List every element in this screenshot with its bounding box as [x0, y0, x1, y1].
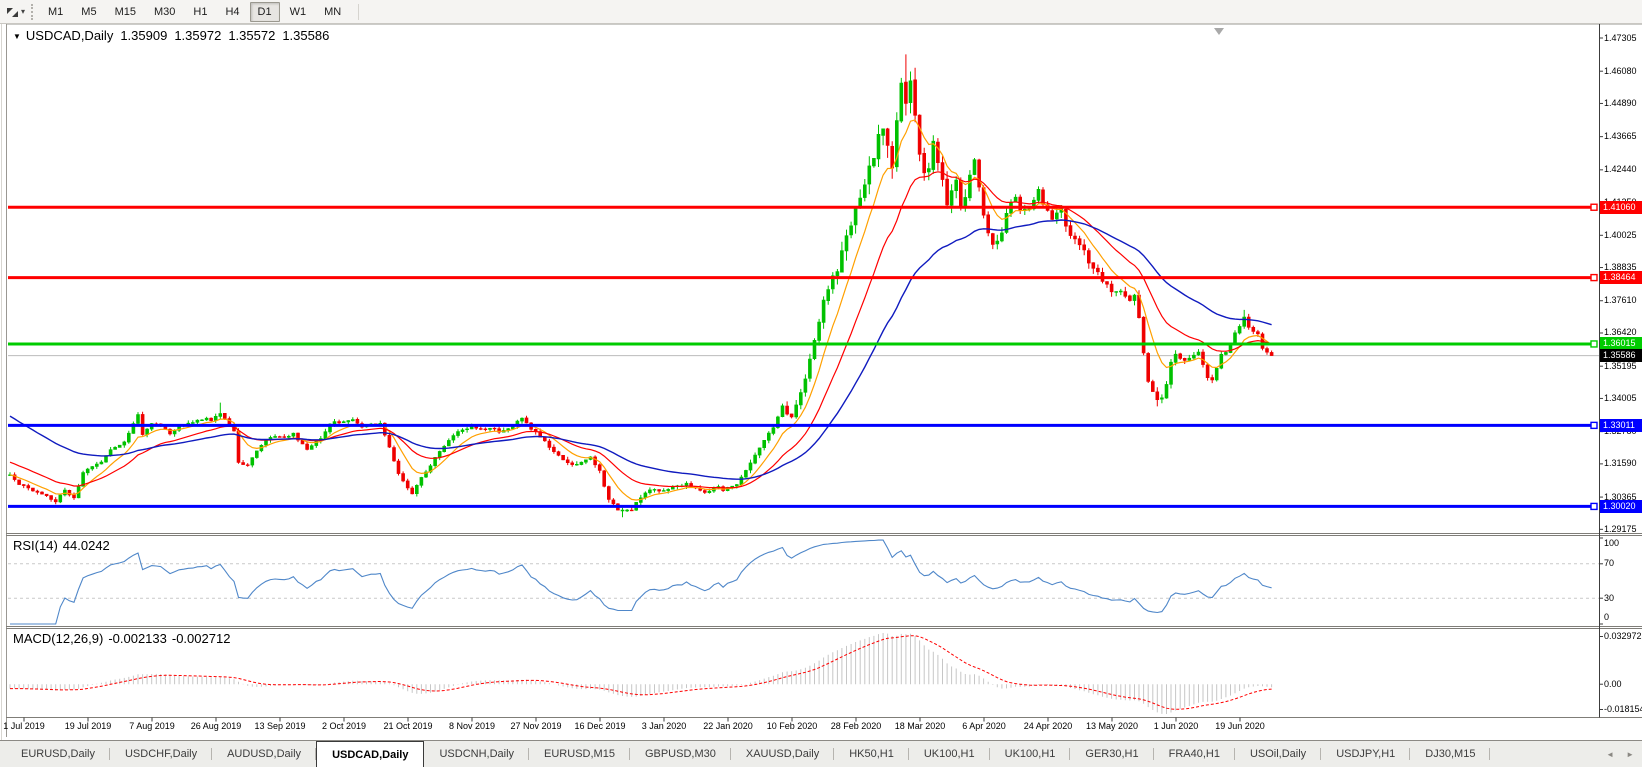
date-tick-6-apr-2020: 6 Apr 2020	[962, 721, 1006, 731]
date-tick-1-jul-2019: 1 Jul 2019	[3, 721, 45, 731]
low-value: 1.35572	[228, 28, 276, 43]
chart-title: ▼ USDCAD,Daily 1.35909 1.35972 1.35572 1.3558…	[13, 28, 329, 43]
price-tick-1.37610: 1.37610	[1604, 295, 1637, 306]
chart-tabs: EURUSD,Daily USDCHF,Daily AUDUSD,Daily USDC…	[0, 741, 1491, 767]
tab-gbpusd-m30[interactable]: GBPUSD,M30	[630, 741, 731, 767]
rsi-tick-30: 30	[1604, 592, 1615, 603]
timeframe-button-W1[interactable]: W1	[282, 2, 315, 22]
date-tick-7-aug-2019: 7 Aug 2019	[129, 721, 175, 731]
tab-dj30-m15[interactable]: DJ30,M15	[1410, 741, 1491, 767]
timeframe-button-D1[interactable]: D1	[249, 1, 280, 22]
price-tick-1.44890: 1.44890	[1604, 97, 1637, 108]
date-tick-1-jun-2020: 1 Jun 2020	[1153, 721, 1199, 731]
macd-indicator-label: MACD(12,26,9) -0.002133 -0.002712	[13, 631, 235, 646]
timeframe-button-M1[interactable]: M1	[40, 2, 71, 22]
date-tick-26-aug-2019: 26 Aug 2019	[190, 721, 242, 731]
timeframe-button-H1[interactable]: H1	[185, 2, 215, 22]
timeframe-button-M15[interactable]: M15	[107, 2, 144, 22]
toolbar-grip[interactable]	[31, 3, 34, 20]
tabs-scroll-right-icon[interactable]: ►	[1626, 750, 1634, 759]
price-tick-1.47305: 1.47305	[1604, 32, 1637, 43]
pointer-mode-glyph	[6, 8, 18, 17]
date-tick-28-feb-2020: 28 Feb 2020	[830, 721, 882, 731]
tab-eurusd-daily[interactable]: EURUSD,Daily	[6, 741, 110, 767]
tabs-scroll: ◄ ►	[1606, 741, 1634, 767]
date-tick-22-jan-2020: 22 Jan 2020	[703, 721, 753, 731]
date-tick-19-jul-2019: 19 Jul 2019	[64, 721, 112, 731]
macd-tick--0.018154: -0.018154	[1604, 704, 1642, 714]
date-tick-27-nov-2019: 27 Nov 2019	[510, 721, 562, 731]
tab-usdjpy-h1[interactable]: USDJPY,H1	[1321, 741, 1411, 767]
chevron-down-icon[interactable]: ▾	[21, 7, 25, 16]
tab-hk50-h1[interactable]: HK50,H1	[834, 741, 909, 767]
timeframe-button-M5[interactable]: M5	[73, 2, 104, 22]
timeframe-button-MN[interactable]: MN	[316, 2, 349, 22]
timeframe-button-H4[interactable]: H4	[217, 2, 247, 22]
rsi-tick-0: 0	[1604, 612, 1610, 622]
macd-tick-0.00: 0.00	[1604, 678, 1622, 689]
tab-audusd-daily[interactable]: AUDUSD,Daily	[212, 741, 317, 767]
date-tick-24-apr-2020: 24 Apr 2020	[1023, 721, 1073, 731]
rsi-value: 44.0242	[62, 538, 110, 553]
rsi-name: RSI(14)	[13, 538, 58, 553]
price-tick-1.34005: 1.34005	[1604, 392, 1637, 403]
price-tick-1.40025: 1.40025	[1604, 229, 1637, 240]
price-line-label-1.33011: 1.33011	[1600, 418, 1642, 432]
chart-canvas[interactable]	[0, 0, 1642, 740]
macd-name: MACD(12,26,9)	[13, 631, 104, 646]
tab-xauusd-daily[interactable]: XAUUSD,Daily	[731, 741, 835, 767]
open-value: 1.35909	[120, 28, 168, 43]
date-tick-2-oct-2019: 2 Oct 2019	[321, 721, 367, 731]
rsi-tick-100: 100	[1604, 538, 1620, 548]
price-tick-1.42440: 1.42440	[1604, 164, 1637, 175]
macd-main-value: -0.002133	[108, 631, 167, 646]
price-line-label-1.38464: 1.38464	[1600, 271, 1642, 285]
rsi-tick-70: 70	[1604, 558, 1615, 569]
date-tick-8-nov-2019: 8 Nov 2019	[448, 721, 496, 731]
high-value: 1.35972	[174, 28, 222, 43]
tab-usoil-daily[interactable]: USOil,Daily	[1235, 741, 1322, 767]
pointer-mode-icon[interactable]	[3, 4, 21, 20]
current-price-label: 1.35586	[1600, 349, 1642, 363]
date-tick-3-jan-2020: 3 Jan 2020	[641, 721, 687, 731]
close-value: 1.35586	[282, 28, 330, 43]
price-line-label-1.41060: 1.41060	[1600, 200, 1642, 214]
tab-uk100-h1[interactable]: UK100,H1	[909, 741, 990, 767]
macd-tick-0.032972: 0.032972	[1604, 631, 1642, 641]
date-tick-13-sep-2019: 13 Sep 2019	[254, 721, 306, 731]
tab-usdchf-daily[interactable]: USDCHF,Daily	[110, 741, 213, 767]
tab-fra40-h1[interactable]: FRA40,H1	[1154, 741, 1236, 767]
toolbar-separator	[358, 3, 360, 20]
timeframe-buttons: M1 M5 M15 M30 H1 H4 D1 W1 MN	[39, 1, 350, 22]
date-tick-13-may-2020: 13 May 2020	[1085, 721, 1139, 731]
window-menu-icon[interactable]: ▼	[13, 32, 21, 41]
rsi-indicator-label: RSI(14) 44.0242	[13, 538, 115, 553]
symbol-period-label: USDCAD,Daily	[25, 28, 114, 43]
date-tick-18-mar-2020: 18 Mar 2020	[894, 721, 946, 731]
chart-tabs-bar: EURUSD,Daily USDCHF,Daily AUDUSD,Daily USDC…	[0, 740, 1642, 767]
price-tick-1.31590: 1.31590	[1604, 458, 1637, 469]
mt4-window: ▾ M1 M5 M15 M30 H1 H4 D1 W1 MN ▼ USDCAD,Daily 1.35…	[0, 0, 1642, 767]
price-tick-1.43665: 1.43665	[1604, 131, 1637, 142]
date-tick-10-feb-2020: 10 Feb 2020	[766, 721, 818, 731]
price-tick-1.29175: 1.29175	[1604, 523, 1637, 534]
date-tick-19-jun-2020: 19 Jun 2020	[1215, 721, 1265, 731]
tab-uk100-h1[interactable]: UK100,H1	[990, 741, 1071, 767]
tab-usdcad-daily[interactable]: USDCAD,Daily	[316, 741, 425, 767]
timeframes-toolbar: ▾ M1 M5 M15 M30 H1 H4 D1 W1 MN	[0, 0, 1642, 24]
date-tick-16-dec-2019: 16 Dec 2019	[574, 721, 626, 731]
tab-eurusd-m15[interactable]: EURUSD,M15	[529, 741, 630, 767]
date-tick-21-oct-2019: 21 Oct 2019	[383, 721, 433, 731]
price-line-label-1.30020: 1.30020	[1600, 499, 1642, 513]
price-tick-1.46080: 1.46080	[1604, 65, 1637, 76]
price-tick-1.35195: 1.35195	[1604, 360, 1637, 371]
timeframe-button-M30[interactable]: M30	[146, 2, 183, 22]
macd-signal-value: -0.002712	[171, 631, 231, 646]
tabs-scroll-left-icon[interactable]: ◄	[1606, 750, 1614, 759]
chart-plot-area[interactable]	[7, 26, 1599, 533]
tab-ger30-h1[interactable]: GER30,H1	[1070, 741, 1154, 767]
tab-usdcnh-daily[interactable]: USDCNH,Daily	[424, 741, 529, 767]
